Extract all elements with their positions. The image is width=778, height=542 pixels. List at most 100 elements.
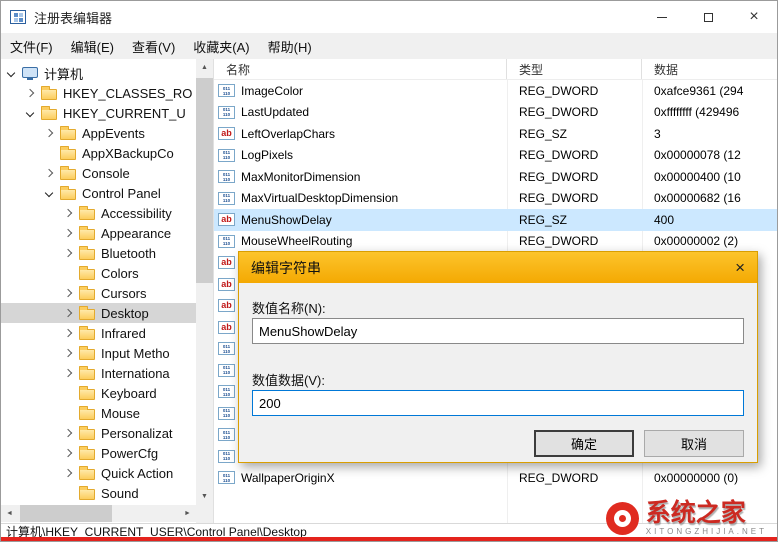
horizontal-scroll-track[interactable] xyxy=(18,505,179,522)
chevron-down-icon[interactable] xyxy=(45,189,53,197)
value-name-cell: WallpaperOriginX xyxy=(214,471,507,485)
menu-item-view[interactable]: 查看(V) xyxy=(123,33,184,59)
chevron-right-icon[interactable] xyxy=(64,289,72,297)
vertical-scroll-track[interactable] xyxy=(196,76,213,488)
value-data-label: 数值数据(V): xyxy=(252,370,325,389)
tree-item-infrared[interactable]: Infrared xyxy=(1,323,196,343)
chevron-right-icon[interactable] xyxy=(64,329,72,337)
value-row-logpixels[interactable]: LogPixelsREG_DWORD0x00000078 (12 xyxy=(214,145,777,167)
column-header-type[interactable]: 类型 xyxy=(507,59,642,79)
scroll-right-icon[interactable]: ► xyxy=(179,510,196,517)
value-type: REG_DWORD xyxy=(507,170,642,184)
dialog-close-icon[interactable]: × xyxy=(735,259,745,276)
tree-item-accessibility[interactable]: Accessibility xyxy=(1,203,196,223)
minimize-button[interactable] xyxy=(639,1,685,33)
tree-item-desktop[interactable]: Desktop xyxy=(1,303,196,323)
tree-item-mouse[interactable]: Mouse xyxy=(1,403,196,423)
scroll-down-icon[interactable]: ▼ xyxy=(196,488,213,505)
value-row-maxmonitordimension[interactable]: MaxMonitorDimensionREG_DWORD0x00000400 (… xyxy=(214,166,777,188)
tree-horizontal-scrollbar[interactable]: ◄ ► xyxy=(1,505,196,522)
horizontal-scroll-thumb[interactable] xyxy=(20,505,112,522)
cancel-button[interactable]: 取消 xyxy=(644,430,744,457)
column-header-name[interactable]: 名称 xyxy=(214,59,507,79)
tree-item-cursors[interactable]: Cursors xyxy=(1,283,196,303)
value-row-wallpaperoriginx[interactable]: WallpaperOriginXREG_DWORD0x00000000 (0) xyxy=(214,467,777,489)
folder-icon xyxy=(79,289,95,300)
column-header-data[interactable]: 数据 xyxy=(642,59,777,79)
menu-item-favorites[interactable]: 收藏夹(A) xyxy=(184,33,258,59)
tree-items: 计算机HKEY_CLASSES_ROHKEY_CURRENT_UAppEvent… xyxy=(1,59,196,503)
tree-item-label: Cursors xyxy=(101,286,147,301)
scroll-left-icon[interactable]: ◄ xyxy=(1,510,18,517)
chevron-right-icon[interactable] xyxy=(64,249,72,257)
scroll-up-icon[interactable]: ▲ xyxy=(196,59,213,76)
tree-item-item[interactable]: 计算机 xyxy=(1,63,196,83)
value-row-mousewheelrouting[interactable]: MouseWheelRoutingREG_DWORD0x00000002 (2) xyxy=(214,231,777,253)
chevron-down-icon[interactable] xyxy=(26,109,34,117)
chevron-right-icon[interactable] xyxy=(26,89,34,97)
tree-item-control-panel[interactable]: Control Panel xyxy=(1,183,196,203)
value-row-leftoverlapchars[interactable]: LeftOverlapCharsREG_SZ3 xyxy=(214,123,777,145)
folder-icon xyxy=(79,449,95,460)
folder-icon xyxy=(79,389,95,400)
tree-item-appxbackupco[interactable]: AppXBackupCo xyxy=(1,143,196,163)
minimize-icon xyxy=(657,17,667,18)
value-row-imagecolor[interactable]: ImageColorREG_DWORD0xafce9361 (294 xyxy=(214,80,777,102)
tree-item-personalizat[interactable]: Personalizat xyxy=(1,423,196,443)
tree-item-appevents[interactable]: AppEvents xyxy=(1,123,196,143)
tree-item-console[interactable]: Console xyxy=(1,163,196,183)
menu-item-edit[interactable]: 编辑(E) xyxy=(62,33,123,59)
value-data-input[interactable] xyxy=(252,390,744,416)
chevron-right-icon[interactable] xyxy=(64,369,72,377)
chevron-placeholder xyxy=(65,410,71,416)
value-data: 0x00000002 (2) xyxy=(642,234,777,248)
tree-item-input-metho[interactable]: Input Metho xyxy=(1,343,196,363)
reg-dword-icon xyxy=(218,106,235,119)
chevron-right-icon[interactable] xyxy=(45,129,53,137)
chevron-right-icon[interactable] xyxy=(45,169,53,177)
tree-item-label: Sound xyxy=(101,486,139,501)
chevron-right-icon[interactable] xyxy=(64,229,72,237)
folder-icon xyxy=(79,269,95,280)
tree-item-powercfg[interactable]: PowerCfg xyxy=(1,443,196,463)
value-name-input[interactable] xyxy=(252,318,744,344)
tree-item-hkey-classes-ro[interactable]: HKEY_CLASSES_RO xyxy=(1,83,196,103)
tree-item-internationa[interactable]: Internationa xyxy=(1,363,196,383)
value-name-cell: ImageColor xyxy=(214,84,507,98)
vertical-scroll-thumb[interactable] xyxy=(196,78,213,283)
value-row-menushowdelay[interactable]: MenuShowDelayREG_SZ400 xyxy=(214,209,777,231)
maximize-button[interactable] xyxy=(685,1,731,33)
reg-dword-icon xyxy=(218,84,235,97)
ok-button[interactable]: 确定 xyxy=(534,430,634,457)
tree-item-quick-action[interactable]: Quick Action xyxy=(1,463,196,483)
tree-item-keyboard[interactable]: Keyboard xyxy=(1,383,196,403)
value-row-maxvirtualdesktopdimension[interactable]: MaxVirtualDesktopDimensionREG_DWORD0x000… xyxy=(214,188,777,210)
chevron-right-icon[interactable] xyxy=(64,349,72,357)
tree-item-sound[interactable]: Sound xyxy=(1,483,196,503)
dialog-title-bar[interactable]: 编辑字符串 × xyxy=(239,252,757,283)
value-name-cell: LeftOverlapChars xyxy=(214,127,507,141)
chevron-right-icon[interactable] xyxy=(64,209,72,217)
menu-item-help[interactable]: 帮助(H) xyxy=(259,33,321,59)
tree-item-colors[interactable]: Colors xyxy=(1,263,196,283)
value-row-lastupdated[interactable]: LastUpdatedREG_DWORD0xffffffff (429496 xyxy=(214,102,777,124)
chevron-right-icon[interactable] xyxy=(64,429,72,437)
close-button[interactable]: × xyxy=(731,1,777,33)
menu-item-file[interactable]: 文件(F) xyxy=(1,33,62,59)
chevron-down-icon[interactable] xyxy=(7,69,15,77)
reg-dword-icon xyxy=(218,364,235,377)
tree-item-appearance[interactable]: Appearance xyxy=(1,223,196,243)
folder-icon xyxy=(41,89,57,100)
tree-item-bluetooth[interactable]: Bluetooth xyxy=(1,243,196,263)
folder-icon xyxy=(79,469,95,480)
chevron-right-icon[interactable] xyxy=(64,309,72,317)
tree-item-hkey-current-u[interactable]: HKEY_CURRENT_U xyxy=(1,103,196,123)
value-name-cell: LastUpdated xyxy=(214,105,507,119)
value-type: REG_DWORD xyxy=(507,471,642,485)
chevron-right-icon[interactable] xyxy=(64,449,72,457)
value-name: MenuShowDelay xyxy=(241,213,332,227)
chevron-right-icon[interactable] xyxy=(64,469,72,477)
tree-vertical-scrollbar[interactable]: ▲ ▼ xyxy=(196,59,213,505)
reg-sz-icon xyxy=(218,256,235,269)
tree-item-label: Accessibility xyxy=(101,206,172,221)
